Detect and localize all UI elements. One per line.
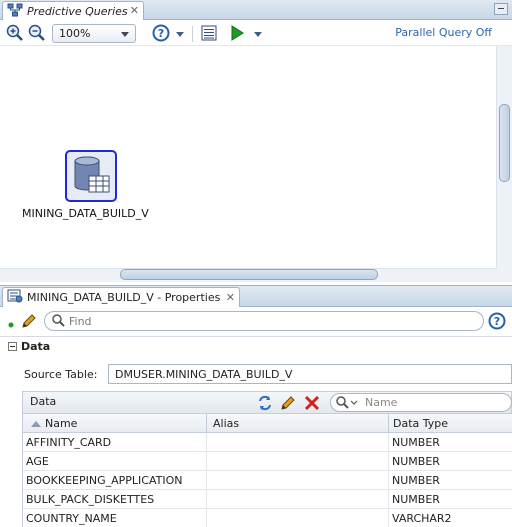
parallel-query-link[interactable]: Parallel Query Off — [395, 26, 492, 39]
tab-label: MINING_DATA_BUILD_V - Properties — [27, 291, 221, 304]
help-icon[interactable]: ? — [152, 24, 170, 42]
column-header-data-type[interactable]: Data Type — [389, 414, 512, 433]
column-header-name[interactable]: Name — [23, 414, 207, 433]
run-dropdown-icon[interactable] — [254, 32, 262, 37]
data-grid-label: Data — [30, 395, 57, 408]
cell-name: BULK_PACK_DISKETTES — [23, 490, 207, 509]
close-icon[interactable]: ✕ — [226, 291, 235, 304]
table-row[interactable]: BULK_PACK_DISKETTES NUMBER — [23, 490, 512, 509]
cell-alias[interactable] — [207, 509, 389, 527]
cell-data-type: NUMBER — [392, 436, 440, 449]
tab-predictive-queries[interactable]: Predictive Queries ✕ — [2, 1, 144, 20]
table-row[interactable]: COUNTRY_NAME VARCHAR2 — [23, 509, 512, 527]
table-row[interactable]: AFFINITY_CARD NUMBER — [23, 433, 512, 452]
cell-alias[interactable] — [207, 452, 389, 471]
list-view-icon[interactable] — [200, 24, 218, 42]
columns-grid: AFFINITY_CARD NUMBER AGE NUMBER BOOKKEEP… — [22, 433, 512, 527]
cell-data-type: NUMBER — [392, 474, 440, 487]
cell-name: AGE — [23, 452, 207, 471]
toolbar-divider — [192, 26, 193, 42]
svg-text:?: ? — [494, 315, 500, 328]
cell-name: AFFINITY_CARD — [23, 433, 207, 452]
help-dropdown-icon[interactable] — [176, 32, 184, 37]
filter-search-icon[interactable] — [336, 396, 358, 412]
help-icon[interactable]: ? — [488, 312, 506, 330]
edit-pencil-icon[interactable] — [279, 394, 297, 415]
cell-data-type: VARCHAR2 — [392, 512, 452, 525]
cell-alias[interactable] — [207, 471, 389, 490]
green-dot-icon — [8, 318, 14, 331]
tab-properties[interactable]: MINING_DATA_BUILD_V - Properties ✕ — [2, 287, 240, 307]
search-icon — [52, 314, 65, 327]
chevron-down-icon — [121, 32, 129, 37]
source-table-field[interactable]: DMUSER.MINING_DATA_BUILD_V — [108, 364, 512, 384]
cell-data-type: NUMBER — [392, 493, 440, 506]
table-row[interactable]: AGE NUMBER — [23, 452, 512, 471]
section-title: Data — [21, 340, 51, 353]
zoom-value: 100% — [59, 27, 91, 40]
sort-ascending-icon — [31, 420, 41, 427]
find-input[interactable]: Find — [44, 311, 484, 331]
refresh-icon[interactable] — [256, 394, 274, 415]
cell-name: COUNTRY_NAME — [23, 509, 207, 527]
properties-icon — [7, 289, 23, 306]
edit-pencil-icon[interactable] — [20, 312, 38, 333]
minimize-button[interactable] — [494, 3, 508, 15]
close-icon[interactable]: ✕ — [130, 4, 139, 17]
delete-icon[interactable] — [303, 394, 321, 415]
zoom-select[interactable]: 100% — [52, 24, 136, 43]
workflow-icon — [7, 3, 23, 20]
svg-text:?: ? — [158, 27, 164, 40]
cell-name: BOOKKEEPING_APPLICATION — [23, 471, 207, 490]
horizontal-scroll-thumb[interactable] — [120, 269, 378, 280]
node-label: MINING_DATA_BUILD_V — [22, 207, 149, 220]
zoom-in-icon[interactable] — [6, 24, 24, 42]
data-source-node[interactable] — [65, 150, 117, 202]
table-row[interactable]: BOOKKEEPING_APPLICATION NUMBER — [23, 471, 512, 490]
columns-header: Name Alias Data Type — [22, 414, 512, 433]
cell-alias[interactable] — [207, 433, 389, 452]
source-table-label: Source Table: — [24, 368, 98, 381]
column-header-alias[interactable]: Alias — [207, 414, 389, 433]
vertical-scroll-thumb[interactable] — [499, 104, 510, 182]
scroll-corner — [496, 268, 512, 282]
data-section-header[interactable]: Data — [0, 336, 512, 356]
run-icon[interactable] — [228, 24, 246, 42]
cell-alias[interactable] — [207, 490, 389, 509]
database-table-icon — [74, 156, 110, 193]
cell-data-type: NUMBER — [392, 455, 440, 468]
zoom-out-icon[interactable] — [28, 24, 46, 42]
collapse-icon[interactable] — [8, 342, 17, 351]
tab-label: Predictive Queries — [27, 4, 128, 18]
